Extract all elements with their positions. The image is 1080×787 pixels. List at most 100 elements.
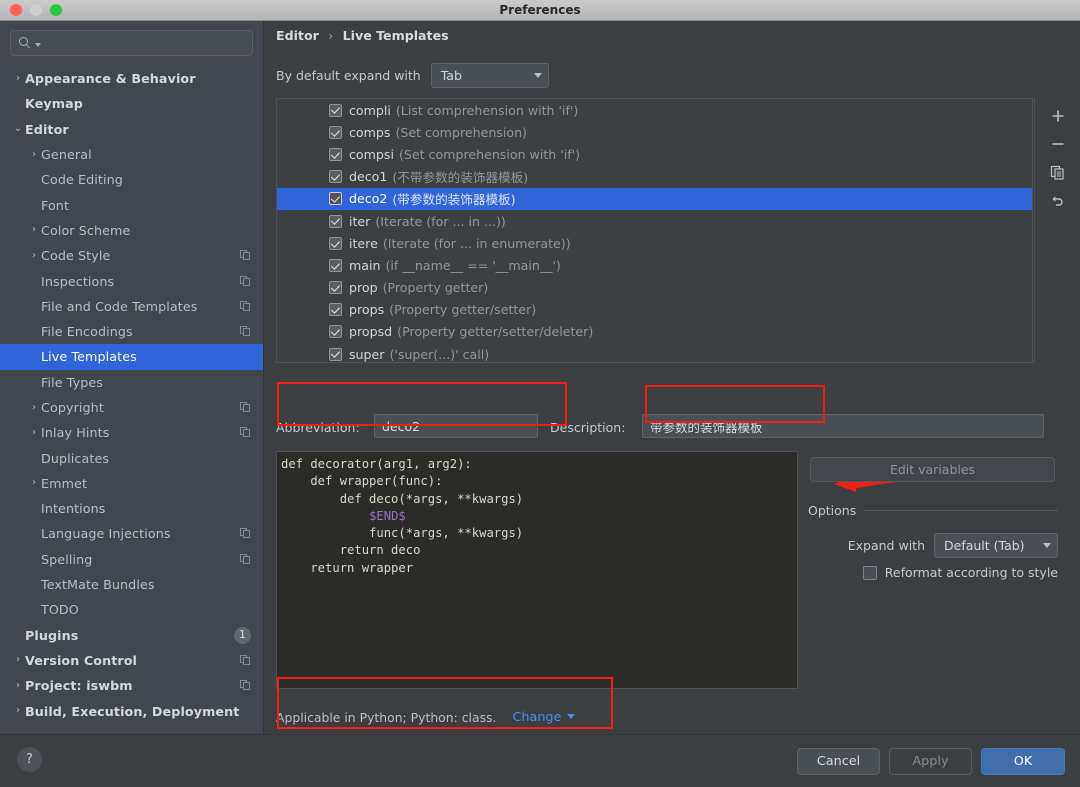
- sidebar-item-plugins[interactable]: Plugins1: [0, 623, 263, 648]
- search-input[interactable]: [46, 36, 244, 50]
- template-row[interactable]: super('super(...)' call): [277, 343, 1032, 363]
- sidebar-item-font[interactable]: Font: [0, 192, 263, 217]
- chevron-right-icon[interactable]: ›: [27, 403, 41, 413]
- sidebar-item-inspections[interactable]: Inspections: [0, 268, 263, 293]
- sidebar-item-textmate-bundles[interactable]: TextMate Bundles: [0, 572, 263, 597]
- reformat-checkbox[interactable]: [863, 566, 877, 580]
- abbreviation-input[interactable]: deco2: [374, 414, 538, 438]
- sidebar-item-version-control[interactable]: ›Version Control: [0, 648, 263, 673]
- chevron-right-icon[interactable]: ›: [11, 74, 25, 84]
- sidebar-item-live-templates[interactable]: Live Templates: [0, 344, 263, 369]
- sidebar-item-code-style[interactable]: ›Code Style: [0, 243, 263, 268]
- remove-template-button[interactable]: [1045, 131, 1071, 157]
- chevron-down-icon: [567, 714, 575, 719]
- sidebar-item-language-injections[interactable]: Language Injections: [0, 521, 263, 546]
- chevron-right-icon[interactable]: ›: [27, 150, 41, 160]
- description-input[interactable]: 带参数的装饰器模板: [642, 414, 1044, 438]
- template-description: (Property getter): [383, 280, 489, 295]
- chevron-right-icon[interactable]: ›: [11, 681, 25, 691]
- sidebar-item-duplicates[interactable]: Duplicates: [0, 445, 263, 470]
- reset-template-button[interactable]: [1045, 187, 1071, 213]
- applicable-context-text: Applicable in Python; Python: class.: [276, 710, 496, 725]
- duplicate-template-button[interactable]: [1045, 159, 1071, 185]
- template-enabled-checkbox[interactable]: [329, 148, 342, 161]
- sidebar-item-spelling[interactable]: Spelling: [0, 547, 263, 572]
- templates-list[interactable]: compli(List comprehension with 'if')comp…: [276, 98, 1033, 363]
- edit-variables-button[interactable]: Edit variables: [810, 457, 1055, 482]
- sidebar-item-color-scheme[interactable]: ›Color Scheme: [0, 218, 263, 243]
- chevron-right-icon[interactable]: ›: [27, 251, 41, 261]
- chevron-right-icon[interactable]: ›: [27, 478, 41, 488]
- sidebar-item-label: File Encodings: [41, 324, 133, 339]
- chevron-down-icon[interactable]: [35, 43, 41, 47]
- breadcrumb-leaf: Live Templates: [343, 28, 449, 43]
- sidebar-item-emmet[interactable]: ›Emmet: [0, 471, 263, 496]
- template-row[interactable]: props(Property getter/setter): [277, 299, 1032, 321]
- expand-with-select[interactable]: Default (Tab): [934, 533, 1058, 558]
- change-context-label: Change: [512, 710, 561, 725]
- sidebar-item-todo[interactable]: TODO: [0, 597, 263, 622]
- expand-with-row: Expand with Default (Tab): [808, 533, 1058, 558]
- expand-with-value: Default (Tab): [944, 538, 1029, 553]
- breadcrumb-root[interactable]: Editor: [276, 28, 319, 43]
- default-expand-row: By default expand with Tab: [276, 63, 549, 88]
- apply-button[interactable]: Apply: [889, 748, 972, 775]
- template-text-editor[interactable]: def decorator(arg1, arg2): def wrapper(f…: [276, 451, 798, 689]
- template-enabled-checkbox[interactable]: [329, 281, 342, 294]
- sidebar-item-file-types[interactable]: File Types: [0, 370, 263, 395]
- sidebar-item-file-encodings[interactable]: File Encodings: [0, 319, 263, 344]
- template-enabled-checkbox[interactable]: [329, 104, 342, 117]
- template-row[interactable]: propsd(Property getter/setter/deleter): [277, 321, 1032, 343]
- template-enabled-checkbox[interactable]: [329, 215, 342, 228]
- sidebar-item-editor[interactable]: ⌄Editor: [0, 117, 263, 142]
- template-row[interactable]: itere(Iterate (for ... in enumerate)): [277, 232, 1032, 254]
- template-enabled-checkbox[interactable]: [329, 303, 342, 316]
- chevron-down-icon[interactable]: ⌄: [11, 124, 25, 134]
- template-description: (Iterate (for ... in enumerate)): [383, 236, 571, 251]
- template-row[interactable]: deco2(带参数的装饰器模板): [277, 188, 1032, 210]
- sidebar-item-file-and-code-templates[interactable]: File and Code Templates: [0, 294, 263, 319]
- template-description: (不带参数的装饰器模板): [392, 167, 528, 186]
- template-row[interactable]: main(if __name__ == '__main__'): [277, 254, 1032, 276]
- cancel-button[interactable]: Cancel: [797, 748, 880, 775]
- template-row[interactable]: compsi (Set comprehension with 'if'): [277, 143, 1032, 165]
- sidebar-item-label: Keymap: [25, 96, 83, 111]
- default-expand-select[interactable]: Tab: [431, 63, 549, 88]
- chevron-right-icon[interactable]: ›: [11, 655, 25, 665]
- template-enabled-checkbox[interactable]: [329, 170, 342, 183]
- template-description: (Set comprehension with 'if'): [399, 147, 580, 162]
- template-row[interactable]: comps(Set comprehension): [277, 121, 1032, 143]
- ok-button[interactable]: OK: [981, 748, 1065, 775]
- sidebar-item-general[interactable]: ›General: [0, 142, 263, 167]
- sidebar-item-appearance-behavior[interactable]: ›Appearance & Behavior: [0, 66, 263, 91]
- template-row[interactable]: iter(Iterate (for ... in ...)): [277, 210, 1032, 232]
- sidebar-item-keymap[interactable]: Keymap: [0, 91, 263, 116]
- template-row[interactable]: deco1(不带参数的装饰器模板): [277, 166, 1032, 188]
- sidebar-item-project-iswbm[interactable]: ›Project: iswbm: [0, 673, 263, 698]
- copy-settings-icon: [240, 554, 251, 565]
- search-box[interactable]: [10, 30, 253, 56]
- sidebar-item-inlay-hints[interactable]: ›Inlay Hints: [0, 420, 263, 445]
- sidebar-item-build-execution-deployment[interactable]: ›Build, Execution, Deployment: [0, 698, 263, 723]
- template-row[interactable]: compli(List comprehension with 'if'): [277, 99, 1032, 121]
- reformat-row[interactable]: Reformat according to style: [808, 565, 1058, 580]
- template-enabled-checkbox[interactable]: [329, 325, 342, 338]
- copy-settings-icon: [240, 402, 251, 413]
- template-abbreviation: compsi: [349, 147, 394, 162]
- template-row[interactable]: prop(Property getter): [277, 277, 1032, 299]
- template-enabled-checkbox[interactable]: [329, 348, 342, 361]
- sidebar-item-label: General: [41, 147, 92, 162]
- help-button[interactable]: ?: [17, 747, 42, 772]
- template-enabled-checkbox[interactable]: [329, 237, 342, 250]
- sidebar-item-code-editing[interactable]: Code Editing: [0, 167, 263, 192]
- template-enabled-checkbox[interactable]: [329, 259, 342, 272]
- chevron-right-icon[interactable]: ›: [11, 706, 25, 716]
- change-context-link[interactable]: Change: [512, 710, 575, 725]
- chevron-right-icon[interactable]: ›: [27, 225, 41, 235]
- add-template-button[interactable]: [1045, 103, 1071, 129]
- template-enabled-checkbox[interactable]: [329, 192, 342, 205]
- sidebar-item-copyright[interactable]: ›Copyright: [0, 395, 263, 420]
- chevron-right-icon[interactable]: ›: [27, 428, 41, 438]
- template-enabled-checkbox[interactable]: [329, 126, 342, 139]
- sidebar-item-intentions[interactable]: Intentions: [0, 496, 263, 521]
